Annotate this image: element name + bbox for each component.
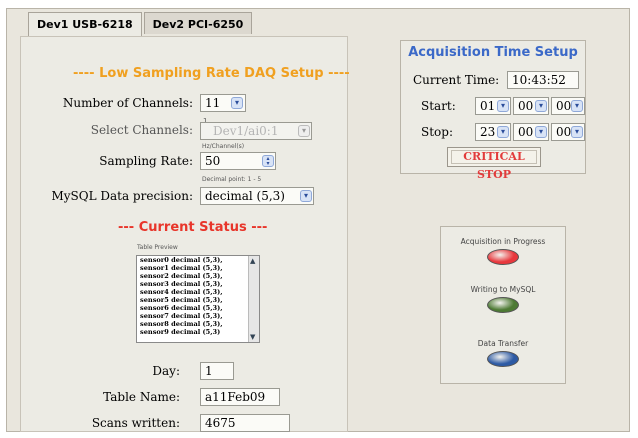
list-item: sensor1 decimal (5,3), (140, 264, 223, 272)
precision-select[interactable]: decimal (5,3) (200, 187, 314, 205)
rate-unit: Hz/Channel(s) (202, 143, 245, 150)
list-item: sensor5 decimal (5,3), (140, 296, 223, 304)
preview-scrollbar[interactable]: ▲ ▼ (248, 256, 259, 342)
indicator-panel: Acquisition in Progress Writing to MySQL… (440, 226, 566, 384)
device-tabs: Dev1 USB-6218 Dev2 PCI-6250 (28, 12, 254, 37)
channels-dropdown-icon[interactable]: ▾ (231, 97, 243, 109)
scans-value: 4675 (200, 414, 290, 432)
preview-rows: sensor0 decimal (5,3), sensor1 decimal (… (137, 256, 259, 336)
stop-label: Stop: (421, 125, 453, 139)
scans-label: Scans written: (91, 416, 180, 430)
list-item: sensor9 decimal (5,3) (140, 328, 221, 336)
status-title: --- Current Status --- (118, 220, 268, 235)
select-channels-field: Dev1/ai0:1 (200, 122, 312, 140)
list-item: sensor3 decimal (5,3), (140, 280, 223, 288)
critical-stop-button[interactable]: CRITICAL STOP (447, 147, 541, 181)
acquisition-panel: Acquisition Time Setup Current Time: 10:… (400, 40, 586, 181)
acquisition-led (487, 249, 519, 265)
table-name-value: a11Feb09 (200, 388, 280, 406)
start-hour-dropdown-icon[interactable]: ▾ (497, 100, 509, 112)
select-channels-dropdown-icon: ▾ (298, 125, 310, 137)
list-item: sensor2 decimal (5,3), (140, 272, 223, 280)
stop-minute-dropdown-icon[interactable]: ▾ (535, 126, 547, 138)
rate-label: Sampling Rate: (99, 154, 193, 168)
transfer-led (487, 351, 519, 367)
scroll-down-icon[interactable]: ▼ (250, 333, 255, 341)
indicator-label-mysql: Writing to MySQL (470, 285, 536, 294)
start-second-value: 00 (556, 99, 572, 113)
stop-hour-dropdown-icon[interactable]: ▾ (497, 126, 509, 138)
start-second-dropdown-icon[interactable]: ▾ (571, 100, 583, 112)
current-time-value: 10:43:52 (507, 71, 579, 89)
table-preview-list[interactable]: sensor0 decimal (5,3), sensor1 decimal (… (136, 255, 260, 343)
rate-value: 50 (205, 154, 221, 168)
indicator-label-acquisition: Acquisition in Progress (460, 237, 546, 246)
stop-second-dropdown-icon[interactable]: ▾ (571, 126, 583, 138)
tab-dev1[interactable]: Dev1 USB-6218 (28, 12, 142, 37)
stop-minute-value: 00 (518, 125, 534, 139)
stop-second-value: 00 (556, 125, 572, 139)
list-item: sensor0 decimal (5,3), (140, 256, 223, 264)
list-item: sensor7 decimal (5,3), (140, 312, 223, 320)
list-item: sensor4 decimal (5,3), (140, 288, 223, 296)
start-minute-value: 00 (518, 99, 534, 113)
select-channels-label: Select Channels: (90, 123, 193, 137)
start-label: Start: (421, 99, 456, 113)
current-time-label: Current Time: (413, 73, 500, 87)
precision-value: decimal (5,3) (205, 189, 285, 203)
start-minute-dropdown-icon[interactable]: ▾ (535, 100, 547, 112)
select-channels-value: Dev1/ai0:1 (213, 124, 279, 138)
stop-hour-value: 23 (480, 125, 496, 139)
channels-value: 11 (205, 96, 221, 110)
list-item: sensor8 decimal (5,3), (140, 320, 223, 328)
mysql-led (487, 297, 519, 313)
setup-title: ---- Low Sampling Rate DAQ Setup ---- (73, 66, 350, 81)
scroll-up-icon[interactable]: ▲ (250, 257, 255, 265)
acquisition-title: Acquisition Time Setup (408, 45, 578, 60)
day-label: Day: (152, 364, 180, 378)
channels-label: Number of Channels: (62, 96, 193, 110)
list-item: sensor6 decimal (5,3), (140, 304, 223, 312)
precision-label: MySQL Data precision: (51, 189, 193, 203)
start-hour-value: 01 (480, 99, 496, 113)
day-value: 1 (200, 362, 234, 380)
rate-stepper-icon[interactable]: ▴ ▾ (262, 155, 274, 167)
table-name-label: Table Name: (103, 390, 180, 404)
preview-label: Table Preview (137, 244, 178, 251)
precision-hint: Decimal point: 1 - 5 (202, 176, 262, 183)
precision-dropdown-icon[interactable]: ▾ (300, 190, 312, 202)
tab-dev2[interactable]: Dev2 PCI-6250 (143, 12, 253, 34)
indicator-label-transfer: Data Transfer (477, 339, 529, 348)
